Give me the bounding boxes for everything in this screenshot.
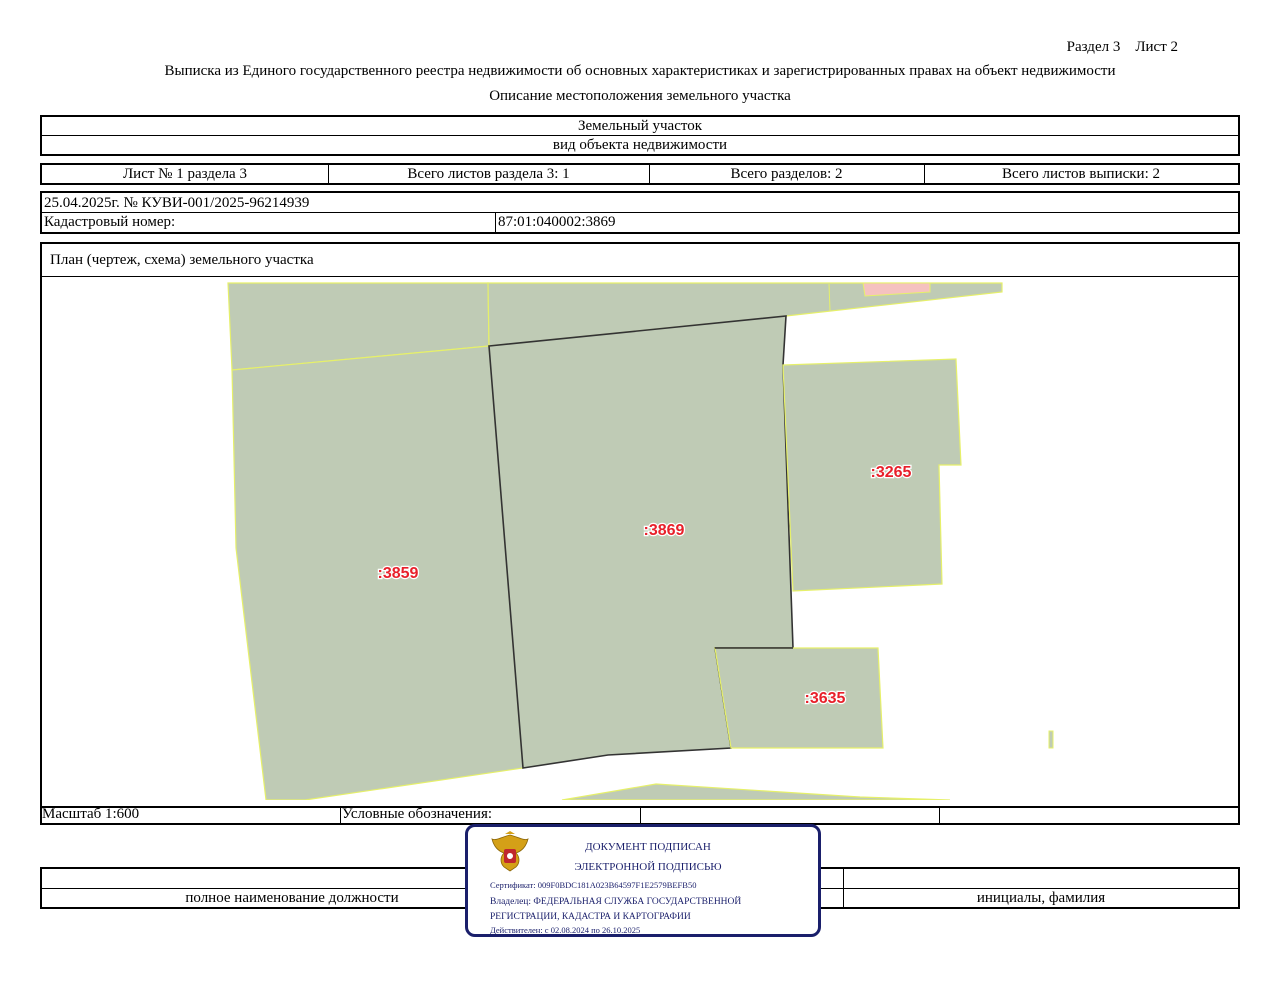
parcel-3635 xyxy=(714,647,884,749)
legend-label: Условные обозначения: xyxy=(342,806,493,822)
name-caption: инициалы, фамилия xyxy=(976,890,1106,906)
parcel-label-3859: :3859 xyxy=(378,565,419,582)
stamp-certificate: Сертификат: 009F0BDC181A023B64597F1E2579… xyxy=(490,880,697,890)
electronic-signature-stamp: ДОКУМЕНТ ПОДПИСАН ЭЛЕКТРОННОЙ ПОДПИСЬЮ С… xyxy=(465,824,821,937)
stamp-owner-2: РЕГИСТРАЦИИ, КАДАСТРА И КАРТОГРАФИИ xyxy=(490,912,691,922)
stamp-line-1: ДОКУМЕНТ ПОДПИСАН xyxy=(585,841,711,853)
parcel-label-3869: :3869 xyxy=(644,522,685,539)
parcel-label-3635: :3635 xyxy=(805,690,846,707)
stamp-validity: Действителен: с 02.08.2024 по 26.10.2025 xyxy=(490,925,641,935)
scale-label: Масштаб 1:600 xyxy=(42,806,140,822)
stamp-line-2: ЭЛЕКТРОННОЙ ПОДПИСЬЮ xyxy=(574,861,722,873)
parcel-label-3265: :3265 xyxy=(871,464,912,481)
small-mark xyxy=(1048,730,1054,749)
scale-legend-row: Масштаб 1:600 Условные обозначения: xyxy=(40,806,1240,825)
stamp-owner: Владелец: ФЕДЕРАЛЬНАЯ СЛУЖБА ГОСУДАРСТВЕ… xyxy=(490,897,742,907)
parcel-bottom xyxy=(561,783,951,800)
